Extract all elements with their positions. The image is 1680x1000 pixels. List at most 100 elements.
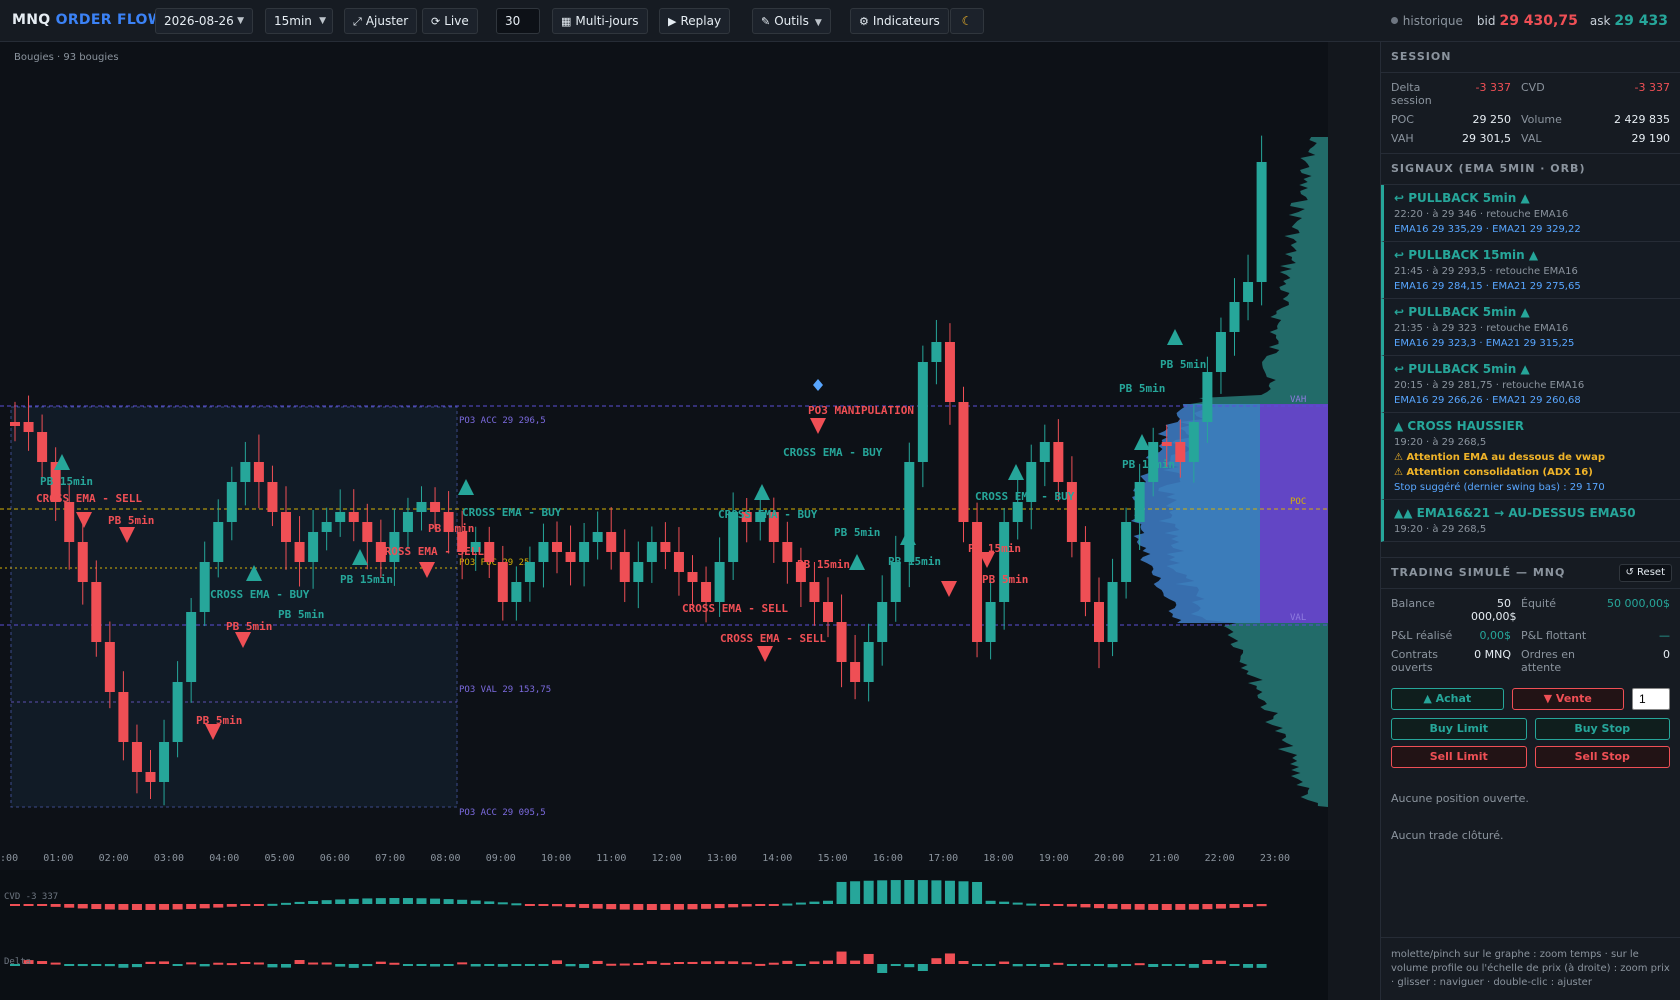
interval-select[interactable]: 15min ▼ (265, 8, 333, 34)
delta-bar (782, 960, 793, 964)
candle-body (931, 342, 942, 362)
candle-body (145, 772, 156, 782)
candle-body (199, 562, 210, 612)
quantity-input[interactable] (1632, 688, 1670, 710)
adjust-button[interactable]: ⤢ Ajuster (344, 8, 418, 34)
candle-body (782, 542, 793, 562)
delta-bar (240, 961, 251, 964)
replay-button[interactable]: ▶ Replay (659, 8, 731, 34)
gear-icon: ⚙ (859, 15, 869, 28)
cvd-bar (1161, 904, 1172, 910)
delta-bar (497, 964, 508, 967)
cvd-bar (1053, 904, 1064, 906)
live-button[interactable]: ⟳ Live (422, 8, 478, 34)
signal-item[interactable]: ▲▲ EMA16&21 → AU-DESSUS EMA50 19:20 · à … (1381, 500, 1680, 542)
time-tick-label: 09:00 (486, 853, 516, 864)
count-input[interactable]: 30 (496, 8, 540, 34)
delta-bar (958, 960, 969, 964)
buy-stop-button[interactable]: Buy Stop (1534, 718, 1670, 740)
theme-toggle-button[interactable]: ☾ (950, 8, 984, 34)
candle-body (240, 462, 251, 482)
tools-menu-button[interactable]: ✎ Outils ▼ (752, 8, 831, 34)
delta-bar (687, 961, 698, 964)
candle-body (985, 602, 996, 642)
delta-bar (1121, 964, 1132, 966)
candle-body (91, 582, 102, 642)
candle-body (497, 562, 508, 602)
delta-bar (199, 964, 210, 967)
candle-body (1039, 442, 1050, 462)
candle-body (633, 562, 644, 582)
buy-limit-button[interactable]: Buy Limit (1391, 718, 1527, 740)
delta-bar (552, 960, 562, 964)
signal-annotation: CROSS EMA - SELL (720, 632, 826, 645)
candle-body (1202, 372, 1213, 422)
cvd-bar (592, 904, 603, 909)
cvd-bar (348, 898, 359, 904)
delta-bar (362, 964, 373, 967)
cvd-bar (741, 904, 752, 907)
sell-limit-button[interactable]: Sell Limit (1391, 746, 1527, 768)
buy-button[interactable]: ▲ Achat (1391, 688, 1504, 710)
sell-button[interactable]: ▼ Vente (1511, 688, 1624, 710)
signal-item[interactable]: ↩ PULLBACK 5min ▲ 21:35 · à 29 323 · ret… (1381, 299, 1680, 356)
time-tick-label: 15:00 (818, 853, 848, 864)
candle-body (673, 552, 684, 572)
delta-bar (64, 964, 75, 966)
delta-bar (673, 962, 684, 965)
candle-body (863, 642, 874, 682)
price-chart[interactable]: VAH POC VAL PO3 ACC 29 296,5 PO3 POC 29 25 PO… (0, 42, 1328, 1000)
cvd-label: CVD -3 337 (4, 892, 59, 902)
cvd-bar (944, 880, 955, 904)
time-tick-label: 13:00 (707, 853, 737, 864)
indicators-button[interactable]: ⚙ Indicateurs (850, 8, 949, 34)
candle-body (1134, 482, 1145, 522)
delta-bar (77, 964, 88, 967)
candlestick-chart[interactable]: VAHPOCVALPO3 ACC 29 296,5PO3 POC 29 25PO… (0, 42, 1328, 1000)
candle-body (1107, 582, 1118, 642)
signals-list[interactable]: ↩ PULLBACK 5min ▲ 22:20 · à 29 346 · ret… (1381, 185, 1680, 557)
delta-bar (728, 961, 739, 964)
delta-bar (172, 964, 183, 966)
signal-annotation: CROSS EMA - SELL (378, 545, 484, 558)
cvd-bar (673, 904, 684, 910)
delta-bar (186, 962, 197, 965)
pencil-icon: ✎ (761, 15, 771, 28)
signal-item[interactable]: ↩ PULLBACK 5min ▲ 22:20 · à 29 346 · ret… (1381, 185, 1680, 242)
signal-annotation: PB 15min (888, 555, 941, 568)
reset-button[interactable]: ↺ Reset (1618, 564, 1672, 582)
delta-bar (1243, 964, 1254, 968)
candle-body (823, 602, 833, 622)
delta-bar (836, 951, 847, 964)
trading-stats: Balance 50 000,00$ Équité 50 000,00$ P&L r… (1391, 597, 1670, 674)
cvd-bar (985, 900, 996, 904)
candle-body (1215, 332, 1226, 372)
signal-annotation: PB 15min (797, 558, 850, 571)
multi-days-button[interactable]: ▦ Multi-jours (552, 8, 648, 34)
price-scale[interactable] (1328, 42, 1380, 1000)
cvd-bar (579, 904, 590, 908)
cvd-bar (1175, 904, 1186, 910)
candle-body (362, 522, 373, 542)
moon-icon: ☾ (961, 14, 973, 28)
candle-body (267, 482, 278, 512)
cvd-bar (755, 904, 766, 906)
no-trade-text: Aucun trade clôturé. (1391, 829, 1504, 842)
delta-bar (538, 964, 549, 966)
signal-item[interactable]: ↩ PULLBACK 5min ▲ 20:15 · à 29 281,75 · … (1381, 356, 1680, 413)
signal-annotation: CROSS EMA - BUY (718, 508, 818, 521)
delta-bar (118, 964, 129, 968)
delta-bar (660, 962, 671, 965)
cvd-bar (308, 900, 319, 904)
signal-item[interactable]: ↩ PULLBACK 15min ▲ 21:45 · à 29 293,5 · … (1381, 242, 1680, 299)
date-select[interactable]: 2026-08-26 ▼ (155, 8, 253, 34)
signal-item[interactable]: ▲ CROSS HAUSSIER 19:20 · à 29 268,5 ⚠ At… (1381, 413, 1680, 500)
candle-body (172, 682, 183, 742)
cvd-bar (294, 901, 305, 904)
delta-bar (416, 964, 427, 966)
sell-stop-button[interactable]: Sell Stop (1534, 746, 1670, 768)
candle-body (213, 522, 224, 562)
candle-body (281, 512, 291, 542)
cvd-bar (118, 904, 129, 910)
candle-body (958, 402, 969, 522)
